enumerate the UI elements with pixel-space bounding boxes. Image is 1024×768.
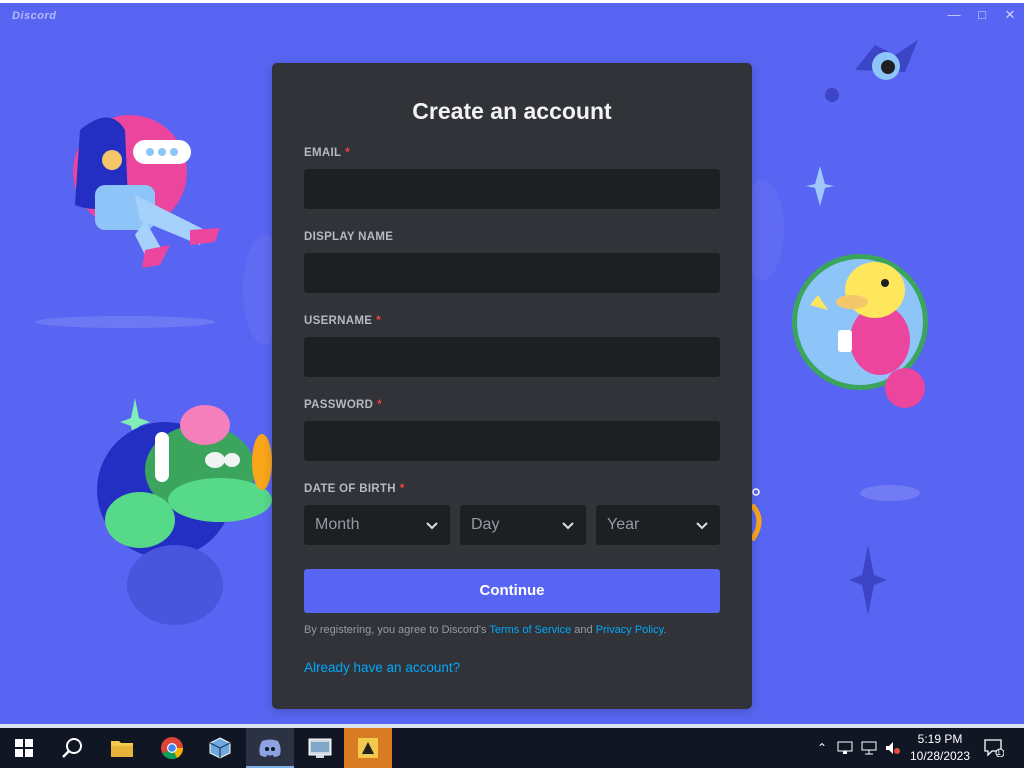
pinned-app-icon[interactable] bbox=[344, 728, 392, 768]
system-clock[interactable]: 5:19 PM 10/28/2023 bbox=[905, 731, 975, 765]
show-hidden-icons-chevron-icon[interactable]: ⌃ bbox=[812, 728, 832, 768]
title-bar-edge bbox=[0, 0, 1024, 3]
terms-suffix: . bbox=[663, 624, 667, 636]
bat-creature-illustration bbox=[825, 40, 918, 102]
page-title: Create an account bbox=[412, 98, 612, 124]
partial-illustration bbox=[749, 503, 762, 542]
terms-notice: By registering, you agree to Discord's T… bbox=[304, 624, 666, 636]
discord-icon[interactable] bbox=[246, 728, 294, 768]
chevron-down-icon bbox=[696, 522, 708, 530]
chevron-down-icon bbox=[426, 522, 438, 530]
sparkle-shape bbox=[849, 545, 887, 615]
windows-start-icon[interactable] bbox=[0, 728, 48, 768]
required-asterisk: * bbox=[399, 483, 405, 495]
chevron-down-icon bbox=[562, 522, 574, 530]
ethernet-icon[interactable] bbox=[858, 728, 880, 768]
month-select[interactable]: Month bbox=[304, 505, 450, 545]
display-name-label: DISPLAY NAME bbox=[304, 231, 393, 243]
required-asterisk: * bbox=[345, 147, 351, 159]
continue-button[interactable]: Continue bbox=[304, 569, 720, 613]
username-label-text: USERNAME bbox=[304, 315, 373, 327]
taskbar: ⌃ 5:19 PM 10/28/2023 1 bbox=[0, 728, 1024, 768]
display-name-label-text: DISPLAY NAME bbox=[304, 231, 394, 243]
email-label-text: EMAIL bbox=[304, 147, 342, 159]
network-status-icon[interactable] bbox=[834, 728, 856, 768]
day-select[interactable]: Day bbox=[460, 505, 586, 545]
search-icon[interactable] bbox=[48, 728, 96, 768]
year-placeholder: Year bbox=[607, 516, 640, 533]
notification-count: 1 bbox=[996, 748, 1001, 757]
required-asterisk: * bbox=[376, 315, 381, 327]
email-field[interactable] bbox=[304, 169, 720, 209]
girl-with-phone-illustration bbox=[73, 115, 220, 268]
green-monster-illustration bbox=[97, 405, 272, 625]
close-icon[interactable]: ✕ bbox=[1000, 6, 1020, 24]
password-field[interactable] bbox=[304, 421, 720, 461]
month-placeholder: Month bbox=[315, 516, 360, 533]
cloud-shape bbox=[860, 485, 920, 501]
username-label: USERNAME * bbox=[304, 315, 381, 327]
terms-of-service-link[interactable]: Terms of Service bbox=[489, 624, 571, 636]
sparkle-shape bbox=[806, 166, 834, 206]
chrome-icon[interactable] bbox=[148, 728, 196, 768]
year-select[interactable]: Year bbox=[596, 505, 720, 545]
cloud-shape bbox=[35, 316, 215, 328]
file-explorer-icon[interactable] bbox=[98, 728, 146, 768]
volume-muted-icon[interactable] bbox=[882, 728, 904, 768]
control-panel-icon[interactable] bbox=[296, 728, 344, 768]
virtualbox-icon[interactable] bbox=[196, 728, 244, 768]
clock-date: 10/28/2023 bbox=[909, 749, 971, 763]
maximize-icon[interactable]: □ bbox=[972, 6, 992, 24]
day-placeholder: Day bbox=[471, 516, 500, 533]
terms-prefix: By registering, you agree to Discord's bbox=[304, 624, 490, 636]
required-asterisk: * bbox=[377, 399, 383, 411]
username-field[interactable] bbox=[304, 337, 720, 377]
date-of-birth-label: DATE OF BIRTH * bbox=[304, 483, 405, 495]
title-bar: Discord — □ ✕ bbox=[0, 0, 1024, 26]
date-of-birth-label-text: DATE OF BIRTH bbox=[304, 483, 396, 495]
discord-wordmark: Discord bbox=[12, 10, 57, 22]
email-label: EMAIL * bbox=[304, 147, 350, 159]
cursor-dot bbox=[752, 488, 760, 496]
login-link[interactable]: Already have an account? bbox=[304, 660, 460, 675]
privacy-policy-link[interactable]: Privacy Policy bbox=[596, 624, 664, 636]
clock-time: 5:19 PM bbox=[917, 732, 963, 746]
display-name-field[interactable] bbox=[304, 253, 720, 293]
minimize-icon[interactable]: — bbox=[944, 6, 964, 24]
registration-card: Create an account EMAIL * DISPLAY NAME US… bbox=[272, 63, 752, 709]
yellow-character-illustration bbox=[792, 254, 928, 408]
password-label: PASSWORD * bbox=[304, 399, 382, 411]
password-label-text: PASSWORD bbox=[304, 399, 374, 411]
terms-and: and bbox=[571, 624, 596, 636]
notification-center-icon[interactable]: 1 bbox=[980, 728, 1008, 768]
